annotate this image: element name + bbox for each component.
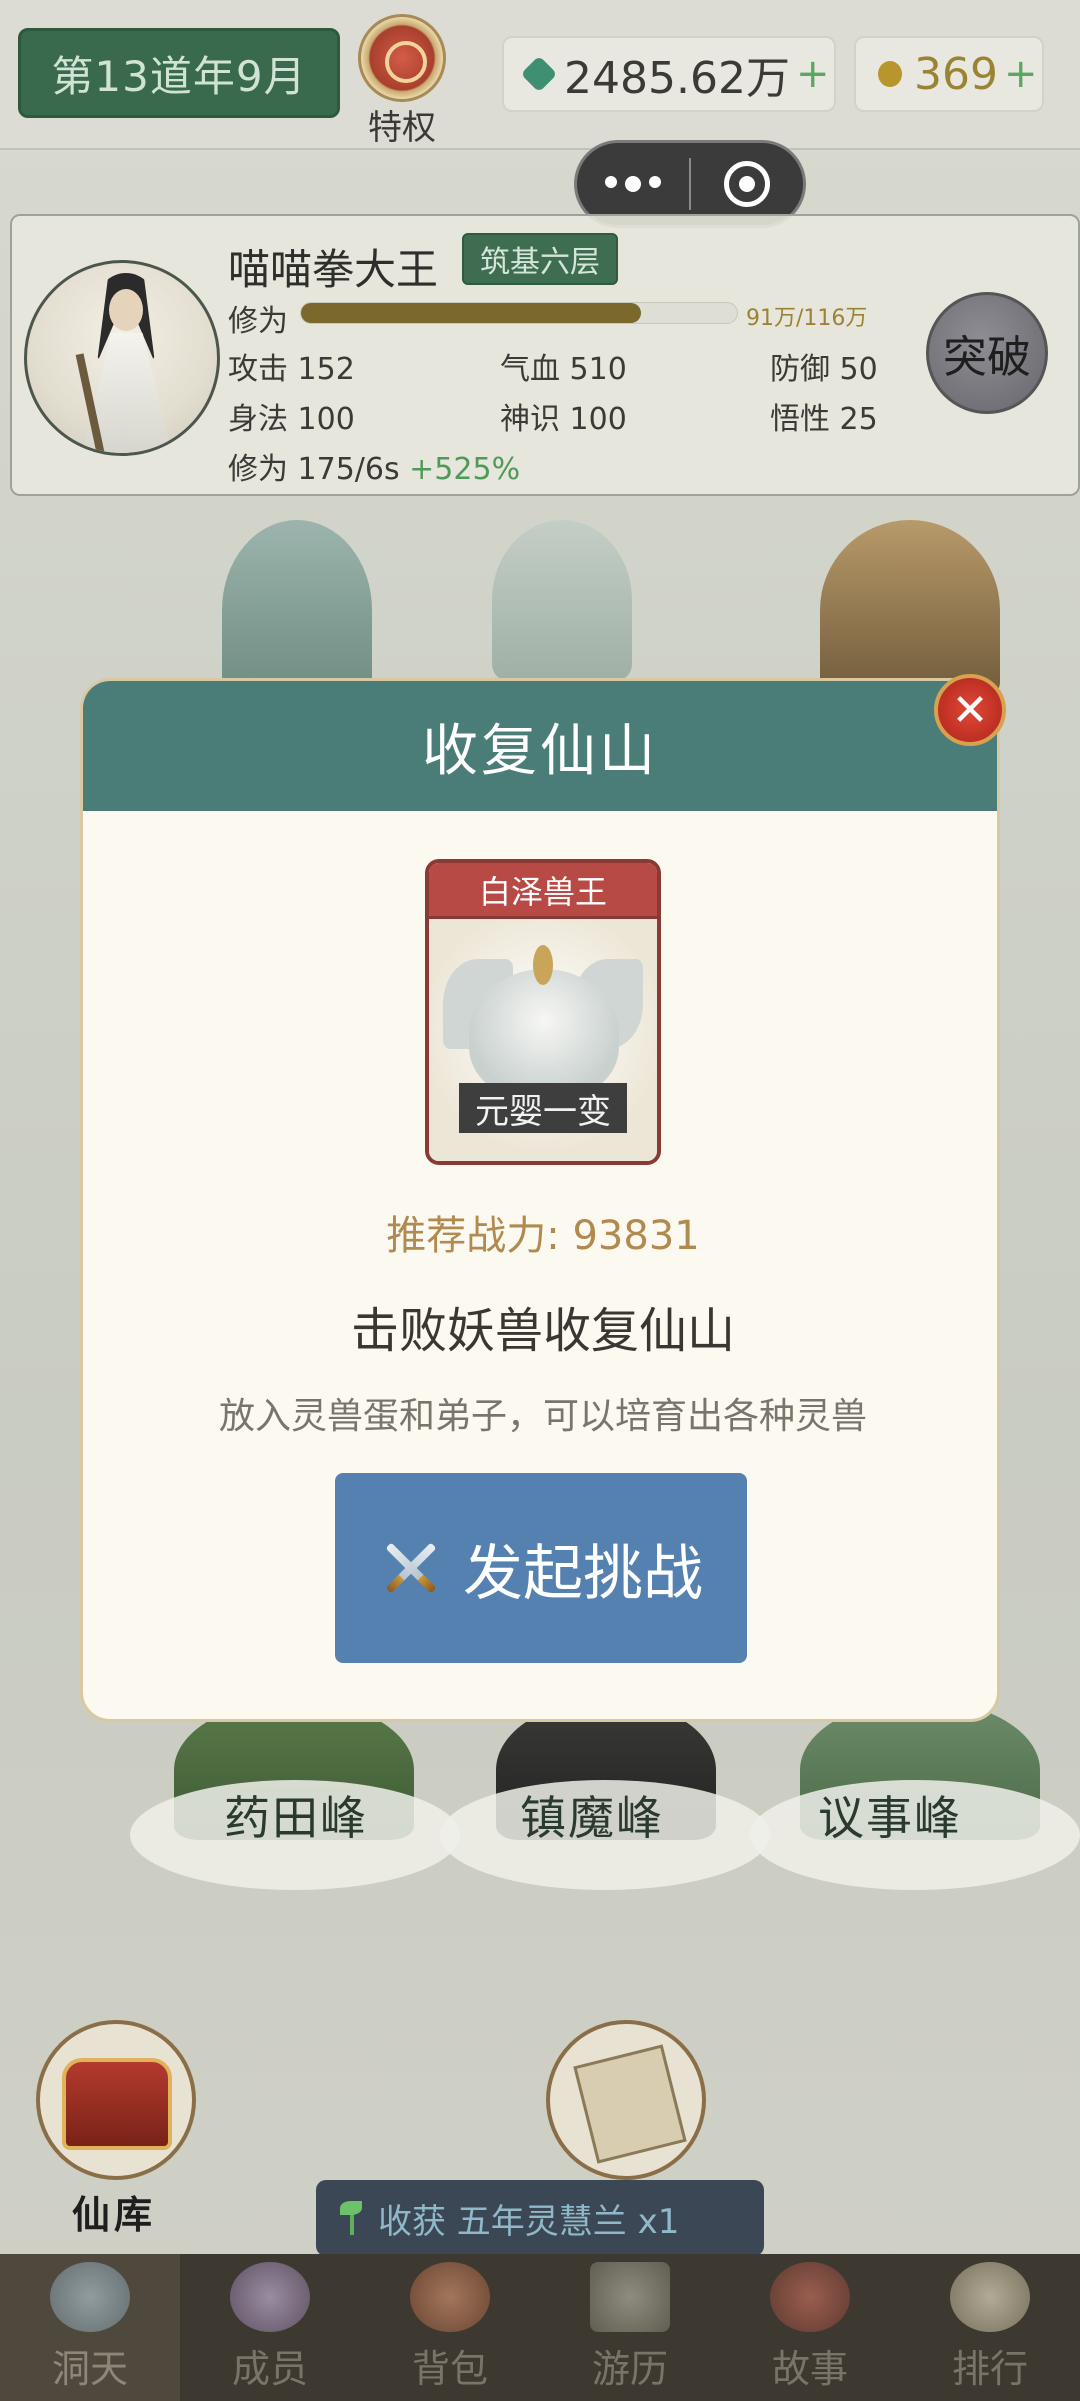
nav-bag[interactable]: 背包 <box>360 2254 540 2401</box>
peak-label-zhenmo[interactable]: 镇魔峰 <box>520 1782 664 1848</box>
nav-label: 成员 <box>231 2347 308 2391</box>
treasury-button[interactable] <box>36 2020 196 2180</box>
rate-bonus: +525% <box>409 452 521 487</box>
crossed-swords-icon <box>379 1536 443 1600</box>
nav-label: 故事 <box>771 2347 848 2391</box>
treasury-label[interactable]: 仙库 <box>72 2184 156 2239</box>
dialog-subtitle: 击败妖兽收复仙山 <box>350 1303 735 1359</box>
challenge-button[interactable]: 发起挑战 <box>335 1473 747 1663</box>
bag-icon <box>410 2262 490 2332</box>
game-date: 第13道年9月 <box>18 28 340 118</box>
recommended-power: 推荐战力: 93831 <box>386 1213 700 1259</box>
gold-amount: 369 <box>914 48 998 100</box>
jade-amount: 2485.62万 <box>564 53 790 104</box>
xiuwei-label: 修为 <box>228 304 288 339</box>
xp-progress-bar <box>300 302 738 324</box>
stat-defense: 防御 50 <box>770 352 878 387</box>
gold-resource[interactable]: 369 + <box>854 36 1044 112</box>
top-bar: 第13道年9月 特权 2485.62万 + 369 + <box>0 0 1080 150</box>
stat-cultivation-rate: 修为 175/6s +525% <box>228 444 520 488</box>
nav-label: 背包 <box>411 2347 488 2391</box>
nav-travel[interactable]: 游历 <box>540 2254 720 2401</box>
nav-ranking[interactable]: 排行 <box>900 2254 1080 2401</box>
nav-cave[interactable]: 洞天 <box>0 2254 180 2401</box>
book-icon <box>573 2044 687 2164</box>
peak-label-yishi[interactable]: 议事峰 <box>818 1782 962 1848</box>
dialog-title: 收复仙山 <box>83 681 997 811</box>
nav-label: 游历 <box>591 2347 668 2391</box>
breakthrough-button[interactable]: 突破 <box>926 292 1048 414</box>
toast-text: 收获 五年灵慧兰 x1 <box>378 2201 680 2242</box>
travel-icon <box>590 2262 670 2332</box>
nav-label: 洞天 <box>51 2347 128 2391</box>
cave-icon <box>50 2262 130 2332</box>
reclaim-mountain-dialog: 收复仙山 白泽兽王 元婴一变 推荐战力: 93831 击败妖兽收复仙山 放入灵兽… <box>80 678 1000 1722</box>
privilege-icon[interactable] <box>358 14 446 102</box>
rate-text: 修为 175/6s <box>228 452 400 487</box>
peak-top-right <box>820 520 1000 700</box>
gold-coin-icon <box>878 61 902 87</box>
sprout-icon <box>340 2201 364 2235</box>
jade-gem-icon <box>520 55 558 93</box>
player-avatar[interactable] <box>24 260 220 456</box>
nav-story[interactable]: 故事 <box>720 2254 900 2401</box>
peak-top-left <box>222 520 372 700</box>
xp-progress-fill <box>301 303 642 323</box>
nav-label: 排行 <box>951 2347 1028 2391</box>
beast-card: 白泽兽王 元婴一变 <box>425 859 661 1165</box>
members-icon <box>230 2262 310 2332</box>
story-icon <box>770 2262 850 2332</box>
stat-comprehension: 悟性 25 <box>770 402 878 437</box>
bottom-nav: 洞天 成员 背包 游历 故事 排行 <box>0 2254 1080 2401</box>
treasure-chest-icon <box>62 2058 172 2150</box>
stat-attack: 攻击 152 <box>228 352 355 387</box>
peak-top-middle <box>492 520 632 680</box>
privilege-label[interactable]: 特权 <box>358 100 446 149</box>
jade-add-button[interactable]: + <box>796 51 830 97</box>
more-menu-button[interactable] <box>577 176 689 192</box>
xp-text: 91万/116万 <box>746 306 868 331</box>
jade-resource[interactable]: 2485.62万 + <box>502 36 836 112</box>
harvest-toast: 收获 五年灵慧兰 x1 <box>316 2180 764 2256</box>
beast-name: 白泽兽王 <box>429 863 657 919</box>
close-miniprogram-button[interactable] <box>691 161 803 207</box>
player-name: 喵喵拳大王 <box>228 245 439 294</box>
scripture-button[interactable] <box>546 2020 706 2180</box>
dialog-description: 放入灵兽蛋和弟子，可以培育出各种灵兽 <box>218 1396 867 1437</box>
gold-add-button[interactable]: + <box>1004 51 1038 97</box>
nav-members[interactable]: 成员 <box>180 2254 360 2401</box>
close-icon[interactable]: ✕ <box>934 674 1006 746</box>
challenge-label: 发起挑战 <box>463 1538 703 1609</box>
target-icon <box>723 161 770 207</box>
ranking-icon <box>950 2262 1030 2332</box>
peak-label-yaotian[interactable]: 药田峰 <box>224 1782 368 1848</box>
beast-realm: 元婴一变 <box>459 1083 627 1133</box>
stat-spirit: 神识 100 <box>500 402 627 437</box>
realm-badge: 筑基六层 <box>462 233 618 285</box>
stat-hp: 气血 510 <box>500 352 627 387</box>
stat-agility: 身法 100 <box>228 402 355 437</box>
